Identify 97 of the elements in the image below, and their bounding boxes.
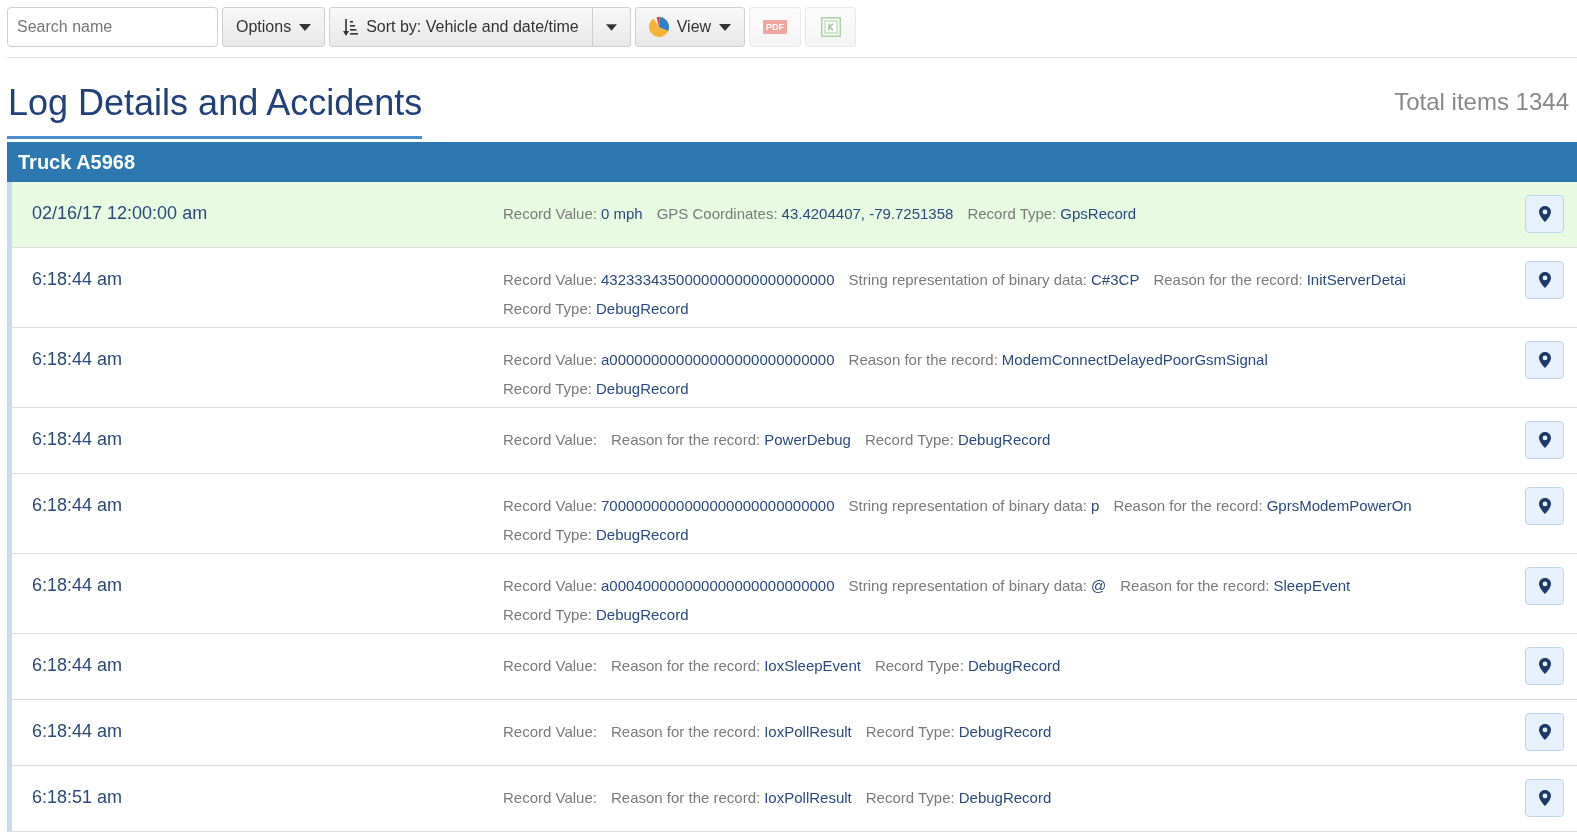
field-value: 7000000000000000000000000000 <box>600 496 835 516</box>
field-label: Record Value: <box>503 788 597 808</box>
field-value: a000400000000000000000000000 <box>600 576 835 596</box>
field-label: Record Type: <box>864 430 954 450</box>
map-pin-button[interactable] <box>1525 261 1564 299</box>
field-value: IoxPollResult <box>764 788 852 808</box>
search-field[interactable]: Search name <box>7 7 218 47</box>
field-label: Record Type: <box>503 299 592 319</box>
record-time: 6:18:44 am <box>32 268 123 291</box>
map-pin-icon <box>1538 790 1551 806</box>
field-value: C#3CP <box>1091 270 1140 290</box>
map-pin-icon <box>1538 206 1551 222</box>
map-pin-icon <box>1538 352 1551 368</box>
caret-icon <box>299 23 312 31</box>
sort-menu-button[interactable] <box>592 7 631 47</box>
record-time: 6:18:44 am <box>32 720 123 743</box>
field-label: Reason for the record: <box>610 788 761 808</box>
field-value: DebugRecord <box>595 525 689 545</box>
options-button[interactable]: Options <box>222 7 326 47</box>
field-label: String representation of binary data: <box>848 576 1088 596</box>
map-pin-button[interactable] <box>1525 421 1564 459</box>
field-label: Reason for the record: <box>610 656 761 676</box>
field-label: Record Type: <box>865 722 955 742</box>
field-value: GpsRecord <box>1060 204 1137 224</box>
pie-chart-icon <box>648 17 669 37</box>
field-label: Record Type: <box>874 656 964 676</box>
field-value: InitServerDetai <box>1306 270 1406 290</box>
field-value: p <box>1091 496 1100 516</box>
field-value: DebugRecord <box>957 430 1051 450</box>
map-pin-button[interactable] <box>1525 341 1564 379</box>
field-value: 4323334350000000000000000000 <box>600 270 835 290</box>
field-label: Record Value: <box>503 270 597 290</box>
field-label: Record Value: <box>503 350 597 370</box>
caret-icon <box>719 23 732 31</box>
sort-button[interactable]: Sort by: Vehicle and date/time <box>329 7 593 47</box>
field-value: DebugRecord <box>967 656 1061 676</box>
field-value: DebugRecord <box>595 299 689 319</box>
map-pin-icon <box>1538 578 1551 594</box>
map-pin-icon <box>1538 498 1551 514</box>
field-value: SleepEvent <box>1273 576 1351 596</box>
map-pin-button[interactable] <box>1525 567 1564 605</box>
record-time: 6:18:44 am <box>32 348 123 371</box>
map-pin-button[interactable] <box>1525 647 1564 685</box>
field-value: ModemConnectDelayedPoorGsmSignal <box>1001 350 1268 370</box>
field-value: GprsModemPowerOn <box>1266 496 1412 516</box>
record-time: 6:18:44 am <box>32 654 123 677</box>
total-items-count: Total items 1344 <box>1394 88 1569 116</box>
sort-icon <box>343 18 359 36</box>
view-button[interactable]: View <box>634 7 746 47</box>
map-pin-button[interactable] <box>1525 713 1564 751</box>
field-label: GPS Coordinates: <box>656 204 778 224</box>
field-value: DebugRecord <box>958 788 1052 808</box>
field-value: DebugRecord <box>595 605 689 625</box>
field-label: String representation of binary data: <box>848 270 1088 290</box>
group-header: Truck A5968 <box>7 142 1577 182</box>
record-time: 6:18:44 am <box>32 494 123 517</box>
record-time: 6:18:51 am <box>32 786 123 809</box>
field-value: 0 mph <box>600 204 643 224</box>
field-value: IoxPollResult <box>764 722 852 742</box>
map-pin-icon <box>1538 272 1551 288</box>
map-pin-button[interactable] <box>1525 487 1564 525</box>
field-value: PowerDebug <box>764 430 851 450</box>
field-label: Record Type: <box>503 605 592 625</box>
field-value: @ <box>1091 576 1107 596</box>
field-label: Record Type: <box>967 204 1057 224</box>
field-value: DebugRecord <box>958 722 1052 742</box>
field-value: IoxSleepEvent <box>764 656 861 676</box>
field-label: Record Value: <box>503 722 597 742</box>
field-label: Record Type: <box>503 525 592 545</box>
record-time: 02/16/17 12:00:00 am <box>32 202 208 225</box>
field-label: Reason for the record: <box>610 722 761 742</box>
page-title: Log Details and Accidents <box>7 81 423 139</box>
map-pin-button[interactable] <box>1525 779 1564 817</box>
field-label: Record Value: <box>503 430 597 450</box>
field-value: DebugRecord <box>595 379 689 399</box>
field-label: Reason for the record: <box>1113 496 1263 516</box>
field-label: Record Value: <box>503 656 597 676</box>
caret-icon <box>605 23 617 31</box>
map-pin-button[interactable] <box>1525 195 1564 233</box>
record-time: 6:18:44 am <box>32 428 123 451</box>
field-value: 43.4204407, -79.7251358 <box>781 204 954 224</box>
field-label: Record Value: <box>503 576 597 596</box>
map-pin-icon <box>1538 432 1551 448</box>
field-label: Reason for the record: <box>1120 576 1270 596</box>
record-time: 6:18:44 am <box>32 574 123 597</box>
field-label: Reason for the record: <box>1153 270 1303 290</box>
field-label: Record Value: <box>503 204 597 224</box>
field-label: String representation of binary data: <box>848 496 1088 516</box>
field-label: Record Value: <box>503 496 597 516</box>
spreadsheet-icon <box>820 17 841 37</box>
map-pin-icon <box>1538 724 1551 740</box>
field-label: Reason for the record: <box>848 350 998 370</box>
field-label: Record Type: <box>865 788 955 808</box>
field-label: Record Type: <box>503 379 592 399</box>
map-pin-icon <box>1538 658 1551 674</box>
field-label: Reason for the record: <box>610 430 761 450</box>
field-value: a000000000000000000000000000 <box>600 350 835 370</box>
